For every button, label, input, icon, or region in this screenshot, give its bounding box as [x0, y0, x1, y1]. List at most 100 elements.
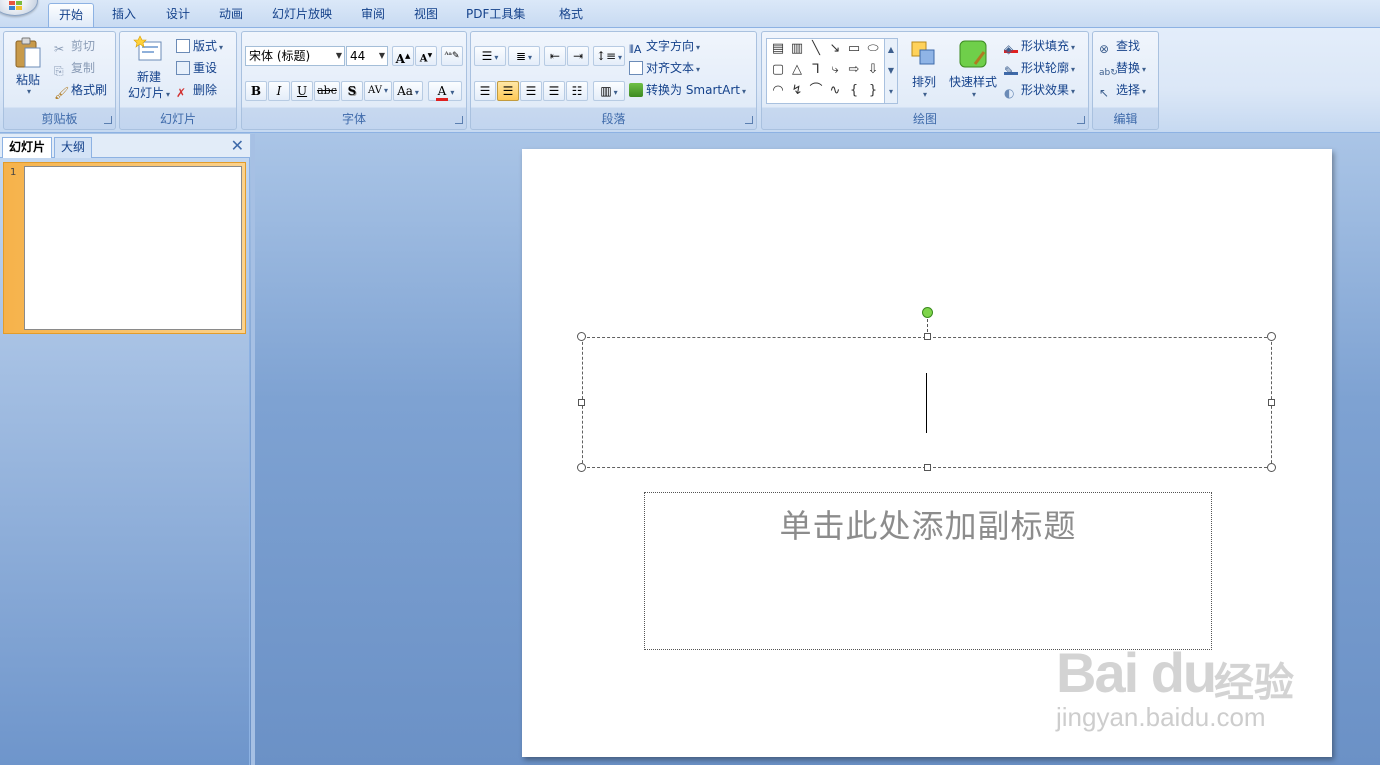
convert-smartart-button[interactable]: 转换为 SmartArt ▾ — [629, 80, 746, 100]
arrange-button[interactable]: 排列 ▾ — [906, 38, 942, 108]
layout-label: 版式 — [193, 39, 218, 53]
numbering-button[interactable]: ≣ ▾ — [508, 46, 540, 66]
resize-handle-t[interactable] — [924, 333, 931, 340]
italic-button[interactable]: I — [268, 81, 290, 101]
quick-styles-label: 快速样式 — [948, 75, 997, 89]
rotate-handle[interactable] — [922, 307, 933, 318]
elbow-arrow-shape-icon[interactable]: ⤷ — [826, 61, 844, 79]
copy-button[interactable]: ⎘ 复制 — [54, 58, 95, 78]
right-brace-shape-icon[interactable]: } — [864, 82, 882, 100]
text-direction-button[interactable]: ⦀A 文字方向 ▾ — [629, 36, 700, 56]
format-painter-button[interactable]: 🖌 格式刷 — [54, 80, 107, 100]
cut-button[interactable]: ✂ 剪切 — [54, 36, 95, 56]
justify-button[interactable]: ☰ — [543, 81, 565, 101]
layout-button[interactable]: 版式 ▾ — [176, 36, 223, 56]
right-arrow-shape-icon[interactable]: ⇨ — [845, 61, 863, 79]
drawing-launcher-icon[interactable] — [1077, 116, 1085, 124]
rounded-rectangle-shape-icon[interactable]: ▢ — [769, 61, 787, 79]
increase-indent-button[interactable]: ⇥ — [567, 46, 589, 66]
underline-button[interactable]: U — [291, 81, 313, 101]
replace-button[interactable]: ab↻替换 ▾ — [1099, 58, 1146, 78]
tab-animation[interactable]: 动画 — [209, 3, 253, 27]
resize-handle-l[interactable] — [578, 399, 585, 406]
align-right-button[interactable]: ☰ — [520, 81, 542, 101]
triangle-shape-icon[interactable]: △ — [788, 61, 806, 79]
text-box-shape-icon[interactable]: ▤ — [769, 40, 787, 58]
arc-shape-icon[interactable]: ⌒ — [807, 82, 825, 100]
elbow-connector-shape-icon[interactable]: ⅂ — [807, 61, 825, 79]
change-case-button[interactable]: Aa ▾ — [393, 81, 423, 101]
paragraph-launcher-icon[interactable] — [745, 116, 753, 124]
tab-slides-pane[interactable]: 幻灯片 — [2, 137, 53, 158]
align-left-button[interactable]: ☰ — [474, 81, 496, 101]
columns-button[interactable]: ▥ ▾ — [593, 81, 625, 101]
curve-shape-icon[interactable]: ∿ — [826, 82, 844, 100]
font-launcher-icon[interactable] — [455, 116, 463, 124]
line-spacing-button[interactable]: ↕≡ ▾ — [593, 46, 625, 66]
resize-handle-bl[interactable] — [577, 463, 586, 472]
clear-formatting-icon: ᴬᵃ✎ — [444, 51, 460, 61]
change-case-icon: Aa — [397, 84, 413, 98]
line-shape-icon[interactable]: ╲ — [807, 40, 825, 58]
shrink-font-button[interactable]: A▼ — [415, 46, 437, 66]
gallery-scroll[interactable]: ▲ ▼ ▾ — [884, 39, 897, 103]
resize-handle-r[interactable] — [1268, 399, 1275, 406]
new-slide-button[interactable]: 新建 幻灯片 ▾ — [124, 34, 174, 110]
select-button[interactable]: ↖ 选择 ▾ — [1099, 80, 1146, 100]
bullets-button[interactable]: ☰ ▾ — [474, 46, 506, 66]
clipboard-launcher-icon[interactable] — [104, 116, 112, 124]
reset-button[interactable]: 重设 — [176, 58, 217, 78]
left-brace-shape-icon[interactable]: { — [845, 82, 863, 100]
tab-insert[interactable]: 插入 — [102, 3, 146, 27]
grow-font-button[interactable]: A▲ — [392, 46, 414, 66]
close-icon[interactable]: ✕ — [231, 137, 244, 155]
pane-splitter[interactable] — [251, 134, 255, 765]
tab-format[interactable]: 格式 — [549, 3, 593, 27]
tab-slideshow[interactable]: 幻灯片放映 — [262, 3, 342, 27]
arrow-line-shape-icon[interactable]: ↘ — [826, 40, 844, 58]
text-shadow-button[interactable]: S — [341, 81, 363, 101]
character-spacing-button[interactable]: AV ▾ — [364, 81, 392, 101]
tab-pdf-tools[interactable]: PDF工具集 — [456, 3, 535, 27]
decrease-indent-button[interactable]: ⇤ — [544, 46, 566, 66]
scribble-shape-icon[interactable]: ↯ — [788, 82, 806, 100]
clear-formatting-button[interactable]: ᴬᵃ✎ — [441, 46, 463, 66]
distributed-button[interactable]: ☷ — [566, 81, 588, 101]
shapes-gallery[interactable]: ▤ ▥ ╲ ↘ ▭ ⬭ ▢ △ ⅂ ⤷ ⇨ ⇩ ◠ ↯ ⌒ ∿ { } ▲ ▼ ▾ — [766, 38, 898, 104]
find-button[interactable]: ⊗ 查找 — [1099, 36, 1140, 56]
tab-design[interactable]: 设计 — [156, 3, 200, 27]
subtitle-placeholder[interactable]: 单击此处添加副标题 — [644, 492, 1212, 650]
paragraph-group: ☰ ▾ ≣ ▾ ⇤ ⇥ ↕≡ ▾ ☰ ☰ ☰ ☰ ☷ ▥ ▾ ⦀A 文字方向 ▾ 对齐文本 ▾… — [470, 31, 757, 130]
resize-handle-br[interactable] — [1267, 463, 1276, 472]
title-placeholder[interactable] — [582, 337, 1272, 468]
tab-view[interactable]: 视图 — [404, 3, 448, 27]
down-arrow-shape-icon[interactable]: ⇩ — [864, 61, 882, 79]
freeform-shape-icon[interactable]: ◠ — [769, 82, 787, 100]
shape-outline-button[interactable]: ✎ 形状轮廓 ▾ — [1004, 58, 1075, 78]
resize-handle-tl[interactable] — [577, 332, 586, 341]
rectangle-shape-icon[interactable]: ▭ — [845, 40, 863, 58]
shape-fill-button[interactable]: ◈ 形状填充 ▾ — [1004, 36, 1075, 56]
tab-home[interactable]: 开始 — [48, 3, 95, 27]
paste-button[interactable]: 粘贴 ▾ — [10, 34, 46, 106]
paint-bucket-icon: ◈ — [1004, 39, 1018, 56]
slide-thumbnail[interactable] — [24, 166, 242, 330]
line-spacing-icon: ↕≡ — [595, 49, 617, 63]
slide-thumbnail-selected[interactable]: 1 — [3, 162, 246, 334]
align-center-button[interactable]: ☰ — [497, 81, 519, 101]
resize-handle-b[interactable] — [924, 464, 931, 471]
shape-effects-button[interactable]: ◐ 形状效果 ▾ — [1004, 80, 1075, 100]
font-name-select[interactable]: 宋体 (标题) ▼ — [245, 46, 345, 66]
resize-handle-tr[interactable] — [1267, 332, 1276, 341]
vertical-text-box-shape-icon[interactable]: ▥ — [788, 40, 806, 58]
tab-outline-pane[interactable]: 大纲 — [54, 137, 93, 158]
tab-review[interactable]: 审阅 — [351, 3, 395, 27]
bold-button[interactable]: B — [245, 81, 267, 101]
strikethrough-button[interactable]: abc — [314, 81, 340, 101]
oval-shape-icon[interactable]: ⬭ — [864, 40, 882, 58]
font-color-button[interactable]: A ▾ — [428, 81, 462, 101]
align-text-button[interactable]: 对齐文本 ▾ — [629, 58, 700, 78]
quick-styles-button[interactable]: 快速样式 ▾ — [946, 38, 1000, 108]
font-size-select[interactable]: 44 ▼ — [346, 46, 388, 66]
delete-slide-button[interactable]: ✗ 删除 — [176, 80, 217, 100]
